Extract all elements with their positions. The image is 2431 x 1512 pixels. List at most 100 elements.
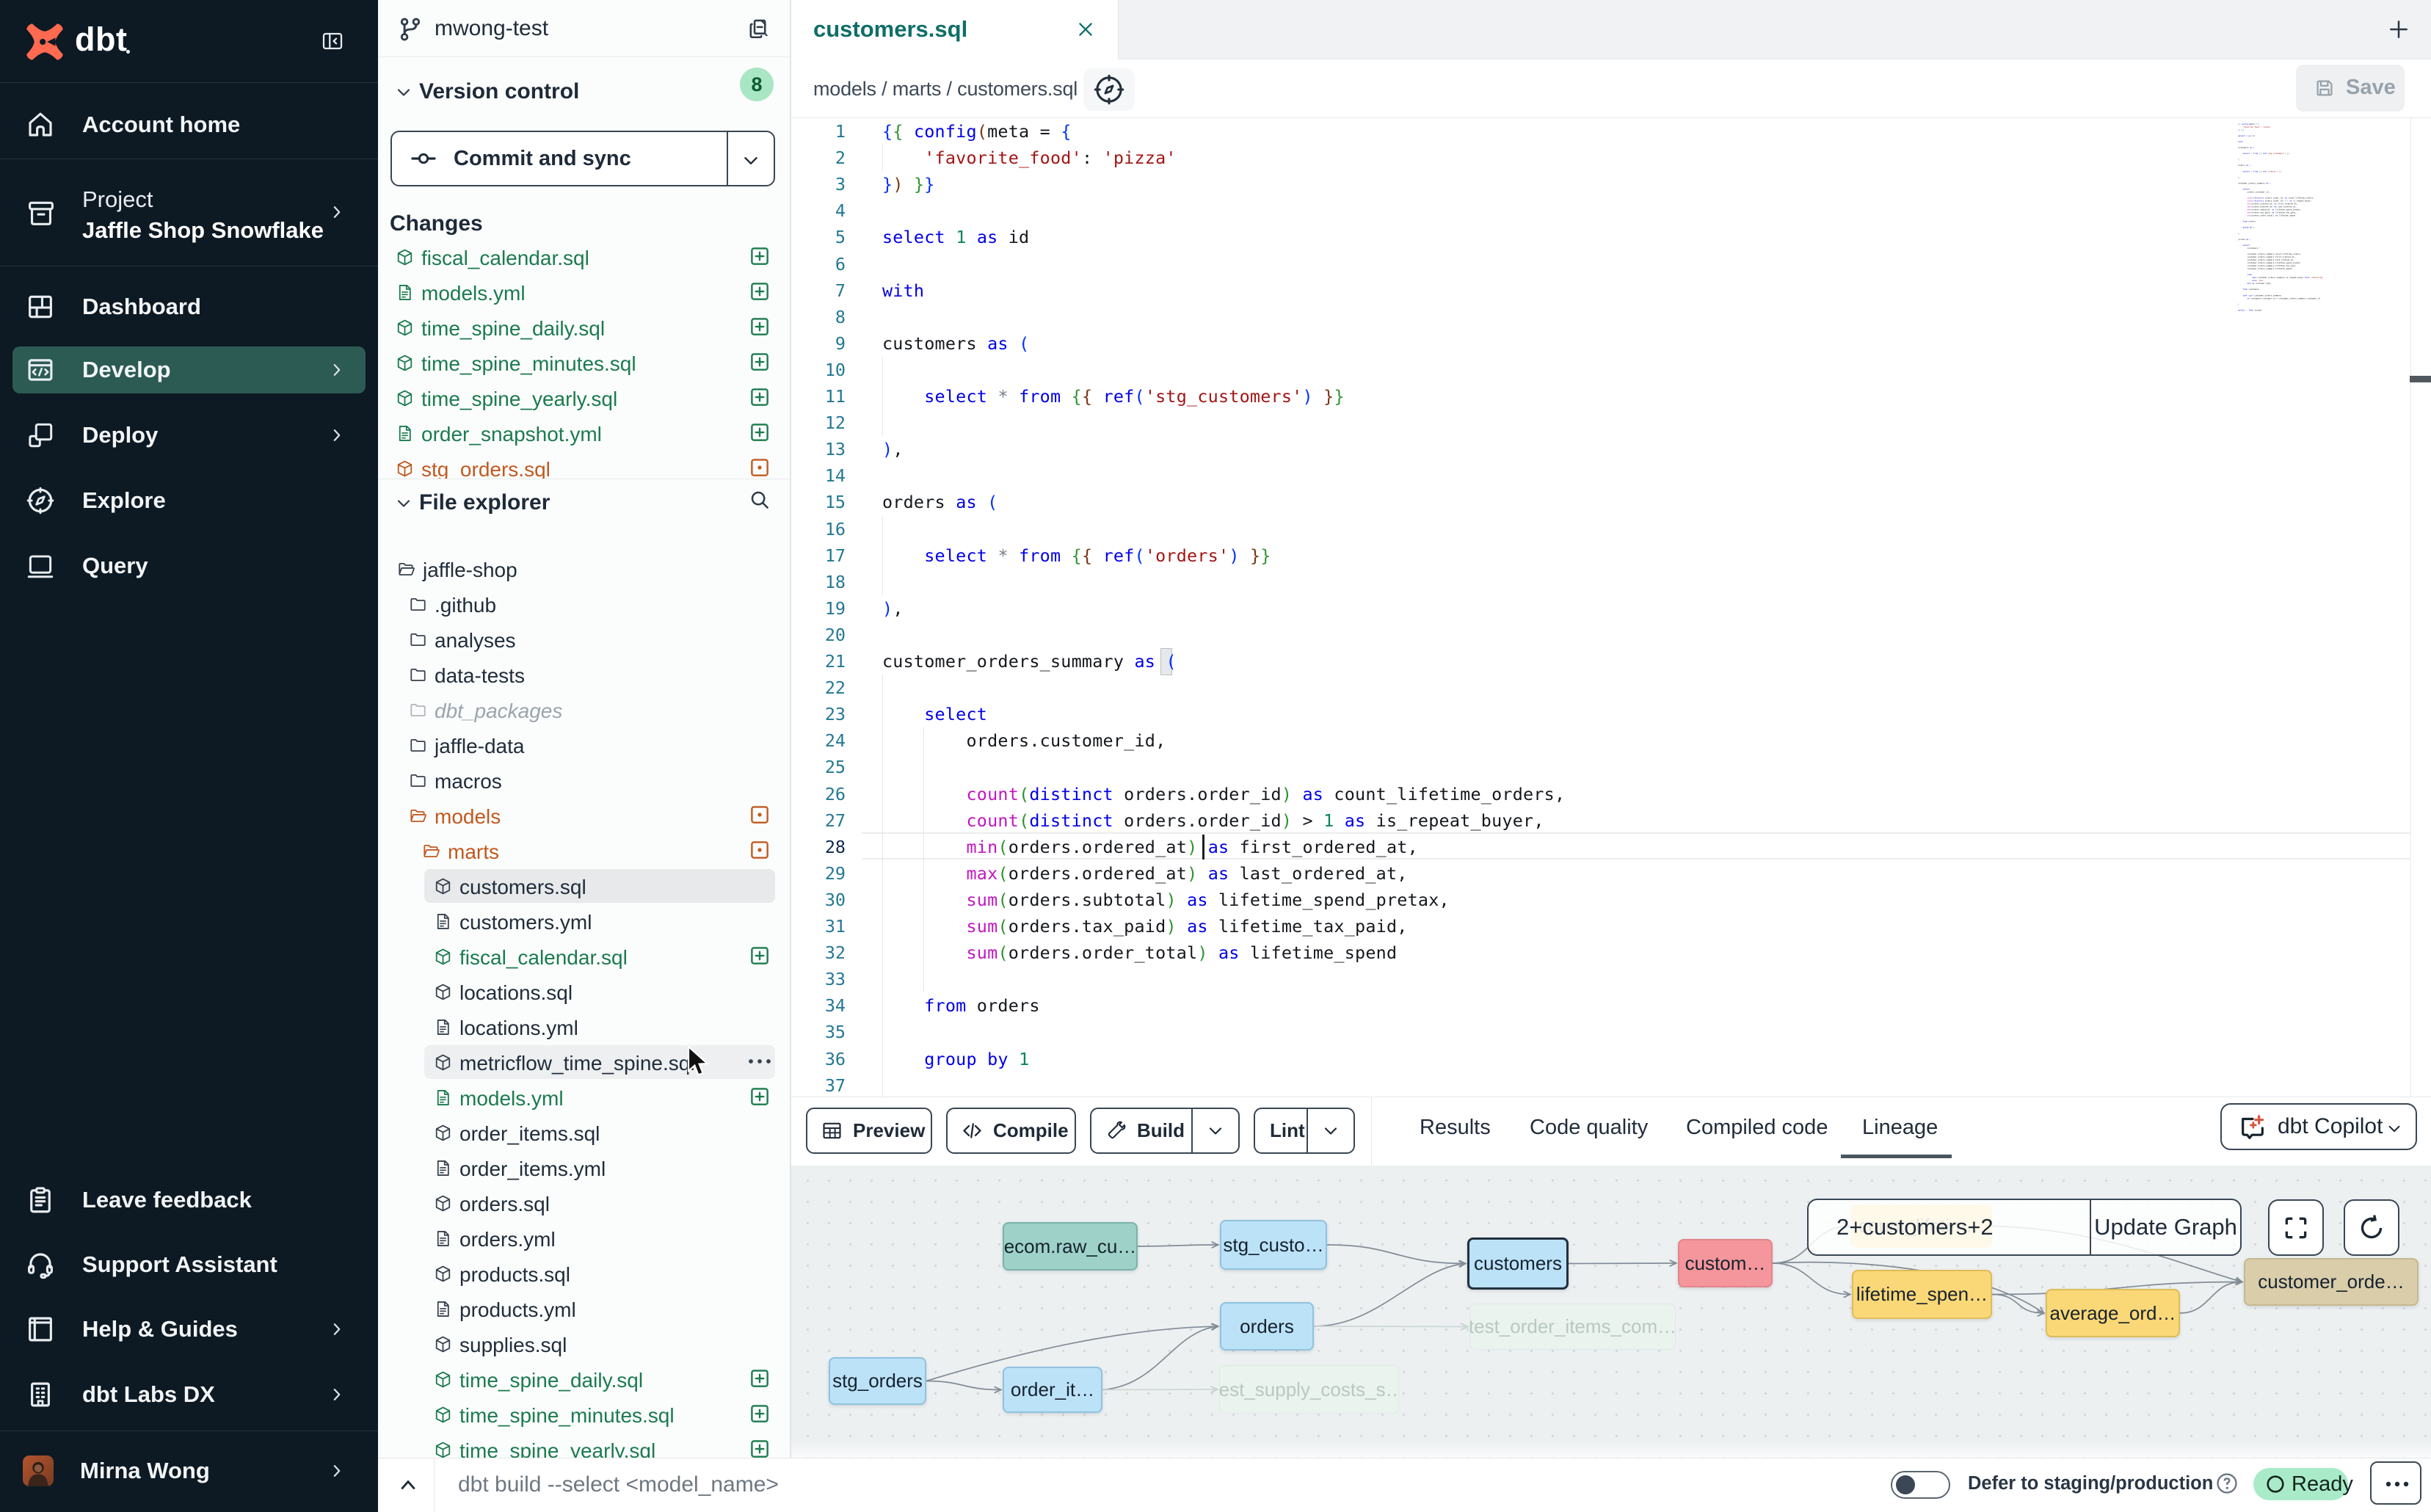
file-tree-item-jaffle-data[interactable]: jaffle-data: [378, 727, 790, 763]
sidebar-item-dashboard[interactable]: Dashboard: [12, 283, 366, 330]
defer-toggle[interactable]: [1891, 1471, 1950, 1499]
file-tree-item-time_spine_daily.sql[interactable]: time_spine_daily.sql: [378, 1362, 790, 1397]
file-tree-item-models[interactable]: models: [378, 798, 790, 833]
new-tab-icon[interactable]: [2387, 18, 2410, 41]
changed-file-row[interactable]: time_spine_minutes.sql: [378, 345, 790, 380]
lineage-node-stg_orders[interactable]: stg_orders: [829, 1357, 926, 1405]
version-control-header[interactable]: Version control 8: [378, 70, 790, 115]
close-tab-icon[interactable]: [1075, 19, 1096, 40]
sidebar-item-help-guides[interactable]: Help & Guides: [12, 1306, 366, 1353]
plus-box-icon[interactable]: [749, 421, 771, 443]
tab-compiled-code[interactable]: Compiled code: [1686, 1116, 1828, 1140]
file-tree-item-data-tests[interactable]: data-tests: [378, 657, 790, 692]
save-button[interactable]: Save: [2296, 65, 2405, 112]
lineage-node-ecom[interactable]: ecom.raw_cu…: [1003, 1222, 1138, 1271]
lint-button[interactable]: Lint: [1254, 1108, 1355, 1154]
search-icon[interactable]: [749, 489, 771, 511]
sidebar-item-query[interactable]: Query: [12, 542, 366, 589]
file-tree-item-models.yml[interactable]: models.yml: [378, 1080, 790, 1115]
plus-box-icon[interactable]: [749, 316, 771, 338]
lineage-node-average_order[interactable]: average_ord…: [2046, 1289, 2180, 1337]
dot-box-icon[interactable]: [749, 804, 771, 826]
more-options-button[interactable]: [2370, 1461, 2421, 1505]
sidebar-item-project[interactable]: Project Jaffle Shop Snowflake: [12, 186, 366, 241]
file-tree-item-order_items.sql[interactable]: order_items.sql: [378, 1115, 790, 1150]
sidebar-item-leave-feedback[interactable]: Leave feedback: [12, 1177, 366, 1224]
file-tree-item-customers.sql[interactable]: customers.sql: [378, 868, 790, 904]
chevron-down-icon[interactable]: [1322, 1122, 1340, 1140]
file-tree-item-customers.yml[interactable]: customers.yml: [378, 904, 790, 939]
editor-minimap[interactable]: {{ config(meta = { 'favorite_food': 'piz…: [2238, 123, 2426, 534]
refresh-button[interactable]: [2344, 1199, 2399, 1256]
changed-file-row[interactable]: stg_orders.sql: [378, 451, 790, 479]
help-circle-icon[interactable]: [2216, 1472, 2238, 1494]
update-graph-button[interactable]: Update Graph: [2091, 1200, 2240, 1254]
expand-command-icon[interactable]: [399, 1478, 418, 1492]
copy-icon[interactable]: [746, 16, 771, 43]
sidebar-item-dbt-labs-dx[interactable]: dbt Labs DX: [12, 1371, 366, 1418]
file-tree-item-order_items.yml[interactable]: order_items.yml: [378, 1150, 790, 1185]
sidebar-item-support-assistant[interactable]: Support Assistant: [12, 1241, 366, 1288]
file-tree-item-locations.yml[interactable]: locations.yml: [378, 1009, 790, 1044]
row-menu-icon[interactable]: [747, 1056, 772, 1066]
file-tree-item-jaffle-shop[interactable]: jaffle-shop: [378, 551, 790, 586]
lineage-node-customers[interactable]: customers: [1467, 1237, 1569, 1290]
editor-scrollbar[interactable]: [2410, 118, 2411, 1097]
sidebar-item-explore[interactable]: Explore: [12, 477, 366, 524]
plus-box-icon[interactable]: [749, 1438, 771, 1458]
file-tree-item-.github[interactable]: .github: [378, 586, 790, 622]
sidebar-user[interactable]: Mirna Wong: [12, 1446, 366, 1496]
file-tree-item-time_spine_minutes.sql[interactable]: time_spine_minutes.sql: [378, 1397, 790, 1432]
dbt-copilot-button[interactable]: dbt Copilot: [2220, 1103, 2417, 1150]
preview-button[interactable]: Preview: [806, 1108, 932, 1154]
file-tree-item-macros[interactable]: macros: [378, 763, 790, 798]
file-tree-item-supplies.sql[interactable]: supplies.sql: [378, 1326, 790, 1362]
sidebar-item-account-home[interactable]: Account home: [12, 101, 366, 148]
changed-file-row[interactable]: time_spine_yearly.sql: [378, 380, 790, 415]
file-tree-item-orders.yml[interactable]: orders.yml: [378, 1221, 790, 1256]
command-input[interactable]: dbt build --select <model_name>: [458, 1472, 779, 1497]
lineage-node-orders[interactable]: orders: [1220, 1302, 1314, 1351]
tab-results[interactable]: Results: [1420, 1116, 1491, 1140]
plus-box-icon[interactable]: [749, 351, 771, 373]
lineage-node-lifetime_spend[interactable]: lifetime_spen…: [1852, 1270, 1992, 1319]
lineage-node-customer_orders[interactable]: customer_orde…: [2244, 1258, 2419, 1306]
changed-file-row[interactable]: models.yml: [378, 275, 790, 310]
changed-file-row[interactable]: time_spine_daily.sql: [378, 310, 790, 345]
sidebar-item-develop[interactable]: Develop: [12, 346, 366, 393]
lineage-search-input[interactable]: 2+customers+2: [1836, 1214, 1994, 1240]
tab-lineage[interactable]: Lineage: [1862, 1116, 1938, 1140]
file-explorer-header[interactable]: File explorer: [378, 481, 790, 526]
collapse-sidebar-icon[interactable]: [319, 29, 346, 53]
build-button[interactable]: Build: [1090, 1108, 1240, 1154]
dot-box-icon[interactable]: [749, 839, 771, 861]
file-tree-item-locations.sql[interactable]: locations.sql: [378, 974, 790, 1009]
dot-box-icon[interactable]: [749, 457, 771, 479]
plus-box-icon[interactable]: [749, 1403, 771, 1425]
sidebar-item-deploy[interactable]: Deploy: [12, 412, 366, 459]
changed-file-row[interactable]: order_snapshot.yml: [378, 415, 790, 451]
file-tree-item-orders.sql[interactable]: orders.sql: [378, 1185, 790, 1221]
lineage-graph[interactable]: test_order_items_com…test_supply_costs_s…: [791, 1166, 2431, 1458]
explore-lineage-icon[interactable]: [1083, 68, 1135, 111]
commit-and-sync-button[interactable]: Commit and sync: [390, 131, 775, 186]
file-tree-item-fiscal_calendar.sql[interactable]: fiscal_calendar.sql: [378, 939, 790, 974]
chevron-down-icon[interactable]: [741, 151, 760, 170]
file-tree-item-metricflow_time_spine.sql[interactable]: metricflow_time_spine.sql: [378, 1044, 790, 1080]
file-tree-item-products.sql[interactable]: products.sql: [378, 1256, 790, 1291]
plus-box-icon[interactable]: [749, 280, 771, 302]
plus-box-icon[interactable]: [749, 386, 771, 408]
changed-file-row[interactable]: fiscal_calendar.sql: [378, 239, 790, 275]
lineage-node-stg_customers[interactable]: stg_custo…: [1220, 1220, 1327, 1270]
code-editor[interactable]: 1{{ config(meta = {2 'favorite_food': 'p…: [791, 118, 2431, 1097]
file-tree-item-time_spine_yearly.sql[interactable]: time_spine_yearly.sql: [378, 1432, 790, 1458]
tab-code-quality[interactable]: Code quality: [1530, 1116, 1648, 1140]
lineage-node-order_items[interactable]: order_it…: [1003, 1367, 1102, 1413]
fullscreen-button[interactable]: [2268, 1199, 2324, 1256]
lineage-node-custom[interactable]: custom…: [1678, 1239, 1773, 1287]
file-tree-item-products.yml[interactable]: products.yml: [378, 1291, 790, 1326]
file-tree-item-dbt_packages[interactable]: dbt_packages: [378, 692, 790, 727]
chevron-down-icon[interactable]: [1207, 1122, 1224, 1140]
file-tree-item-analyses[interactable]: analyses: [378, 622, 790, 657]
plus-box-icon[interactable]: [749, 945, 771, 967]
